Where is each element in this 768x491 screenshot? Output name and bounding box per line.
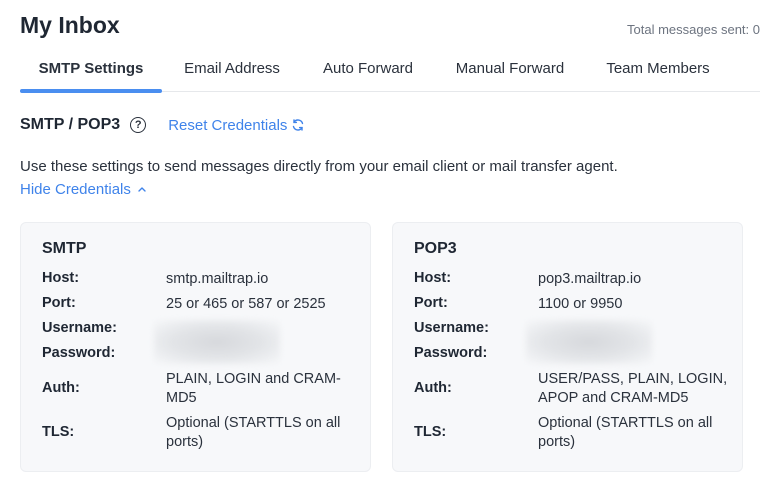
smtp-card-title: SMTP bbox=[42, 240, 87, 257]
pop3-host-value: pop3.mailtrap.io bbox=[538, 271, 642, 287]
pop3-auth-label: Auth: bbox=[414, 380, 452, 396]
page-title: My Inbox bbox=[20, 12, 120, 38]
hide-credentials-link[interactable]: Hide Credentials bbox=[20, 181, 147, 198]
section-title: SMTP / POP3 bbox=[20, 116, 121, 133]
tab-smtp-settings[interactable]: SMTP Settings bbox=[20, 50, 162, 93]
settings-tabs: SMTP Settings Email Address Auto Forward… bbox=[20, 50, 760, 93]
pop3-credentials-card: POP3 Host: pop3.mailtrap.io Port: 1100 o… bbox=[392, 222, 743, 472]
smtp-auth-value: PLAIN, LOGIN and CRAM-MD5 bbox=[166, 371, 341, 406]
inbox-settings-page: My Inbox Total messages sent: 0 SMTP Set… bbox=[0, 0, 768, 491]
tab-team-members[interactable]: Team Members bbox=[598, 50, 718, 92]
tab-manual-forward[interactable]: Manual Forward bbox=[446, 50, 574, 92]
smtp-password-label: Password: bbox=[42, 345, 116, 361]
pop3-credentials-redacted bbox=[526, 320, 652, 364]
chevron-up-icon bbox=[137, 186, 147, 193]
pop3-card-title: POP3 bbox=[414, 240, 457, 257]
pop3-password-label: Password: bbox=[414, 345, 488, 361]
smtp-auth-label: Auth: bbox=[42, 380, 80, 396]
tab-email-address[interactable]: Email Address bbox=[173, 50, 291, 92]
smtp-credentials-card: SMTP Host: smtp.mailtrap.io Port: 25 or … bbox=[20, 222, 371, 472]
pop3-auth-value: USER/PASS, PLAIN, LOGIN, APOP and CRAM-M… bbox=[538, 371, 728, 406]
pop3-port-value: 1100 or 9950 bbox=[538, 296, 623, 312]
refresh-icon bbox=[291, 118, 305, 132]
smtp-tls-value: Optional (STARTTLS on all ports) bbox=[166, 415, 341, 450]
smtp-credentials-redacted bbox=[154, 320, 280, 364]
section-header: SMTP / POP3 ? Reset Credentials bbox=[20, 114, 305, 136]
tab-auto-forward[interactable]: Auto Forward bbox=[313, 50, 423, 92]
pop3-host-label: Host: bbox=[414, 270, 452, 286]
hide-credentials-label: Hide Credentials bbox=[20, 181, 131, 198]
section-description: Use these settings to send messages dire… bbox=[20, 158, 618, 175]
pop3-tls-value: Optional (STARTTLS on all ports) bbox=[538, 415, 713, 450]
pop3-username-label: Username: bbox=[414, 320, 489, 336]
smtp-port-value: 25 or 465 or 587 or 2525 bbox=[166, 296, 326, 312]
smtp-host-label: Host: bbox=[42, 270, 80, 286]
smtp-username-label: Username: bbox=[42, 320, 117, 336]
total-messages-counter: Total messages sent: 0 bbox=[627, 22, 760, 37]
smtp-tls-label: TLS: bbox=[42, 424, 75, 440]
smtp-host-value: smtp.mailtrap.io bbox=[166, 271, 269, 287]
smtp-port-label: Port: bbox=[42, 295, 76, 311]
reset-credentials-label: Reset Credentials bbox=[168, 116, 288, 134]
pop3-port-label: Port: bbox=[414, 295, 448, 311]
help-icon[interactable]: ? bbox=[130, 117, 147, 133]
reset-credentials-link[interactable]: Reset Credentials bbox=[168, 117, 305, 134]
pop3-tls-label: TLS: bbox=[414, 424, 447, 440]
